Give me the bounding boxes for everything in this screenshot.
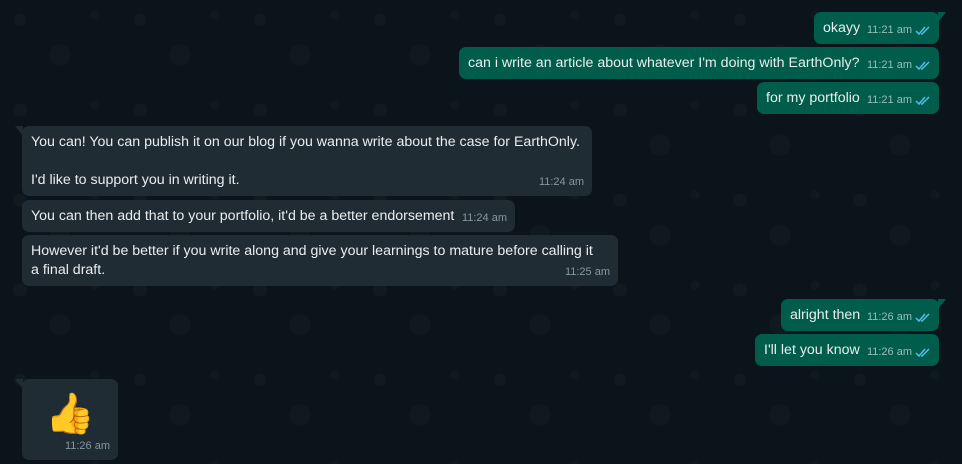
message-meta: 11:26 am — [65, 437, 110, 456]
message-outgoing[interactable]: can i write an article about whatever I'… — [459, 47, 939, 79]
message-incoming[interactable]: You can then add that to your portfolio,… — [22, 200, 515, 232]
message-time: 11:26 am — [866, 311, 912, 323]
message-incoming[interactable]: You can! You can publish it on our blog … — [15, 126, 592, 196]
message-meta: 11:26 am — [867, 343, 931, 362]
read-double-check-icon — [915, 313, 930, 323]
message-time: 11:21 am — [866, 94, 912, 106]
message-text: can i write an article about whatever I'… — [468, 55, 860, 71]
message-list[interactable]: okayy 11:21 am can i write an article ab… — [0, 0, 962, 464]
message-time: 11:21 am — [866, 24, 912, 36]
message-meta: 11:21 am — [867, 21, 931, 40]
message-meta: 11:26 am — [867, 308, 931, 327]
message-time: 11:24 am — [538, 176, 584, 188]
message-meta: 11:21 am — [867, 56, 931, 75]
read-double-check-icon — [915, 61, 930, 71]
message-time: 11:24 am — [461, 212, 507, 224]
message-text: You can! You can publish it on our blog … — [31, 134, 580, 188]
message-incoming-emoji[interactable]: 👍 11:26 am — [15, 379, 118, 460]
message-text: However it'd be better if you write alon… — [31, 243, 597, 278]
message-text: for my portfolio — [766, 90, 860, 106]
read-double-check-icon — [915, 26, 930, 36]
read-double-check-icon — [915, 348, 930, 358]
message-meta: 11:25 am — [565, 263, 610, 282]
message-text: alright then — [790, 307, 861, 323]
message-outgoing[interactable]: for my portfolio 11:21 am — [757, 82, 939, 114]
message-time: 11:26 am — [866, 346, 912, 358]
message-text: I'll let you know — [764, 342, 860, 358]
message-outgoing[interactable]: alright then 11:26 am — [781, 299, 946, 331]
message-incoming[interactable]: However it'd be better if you write alon… — [22, 235, 618, 286]
message-time: 11:21 am — [866, 59, 912, 71]
message-time: 11:26 am — [64, 440, 110, 452]
message-meta: 11:21 am — [867, 91, 931, 110]
message-outgoing[interactable]: okayy 11:21 am — [814, 12, 946, 44]
message-text: okayy — [823, 20, 861, 36]
message-text: You can then add that to your portfolio,… — [31, 208, 455, 224]
message-time: 11:25 am — [564, 266, 610, 278]
read-double-check-icon — [915, 96, 930, 106]
message-meta: 11:24 am — [462, 209, 507, 228]
message-meta: 11:24 am — [539, 173, 584, 192]
message-outgoing[interactable]: I'll let you know 11:26 am — [755, 334, 939, 366]
